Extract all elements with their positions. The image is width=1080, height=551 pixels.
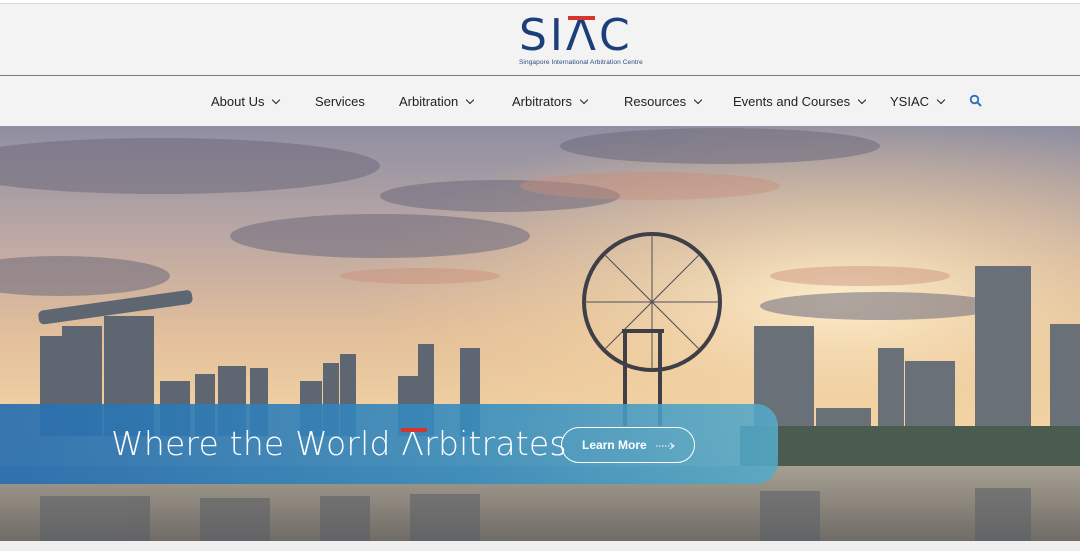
siac-logo[interactable]: SI Λ C Singapore International Arbitration… [519, 14, 643, 70]
main-nav: About Us Services Arbitration Arbitrator… [0, 77, 1080, 126]
nav-label: Arbitrators [512, 94, 572, 109]
logo-letters-si: SI [519, 10, 566, 61]
chevron-down-icon [272, 95, 281, 104]
nav-label: Arbitration [399, 94, 459, 109]
nav-item-arbitrators[interactable]: Arbitrators [512, 94, 589, 109]
learn-more-button[interactable]: Learn More [561, 427, 695, 463]
hero-title-after: rbitrates [424, 424, 567, 463]
arrow-right-icon [656, 442, 675, 450]
nav-item-arbitration[interactable]: Arbitration [399, 94, 475, 109]
nav-item-ysiac[interactable]: YSIAC [890, 94, 946, 109]
nav-item-about-us[interactable]: About Us [211, 94, 281, 109]
below-hero-strip [0, 541, 1080, 551]
chevron-down-icon [857, 95, 867, 104]
chevron-down-icon [693, 95, 703, 104]
search-icon[interactable] [969, 94, 983, 108]
nav-label: YSIAC [890, 94, 930, 109]
chevron-down-icon [936, 95, 946, 104]
nav-label: About Us [211, 94, 265, 109]
nav-item-events-and-courses[interactable]: Events and Courses [733, 94, 867, 109]
logo-letter-c: C [599, 10, 633, 61]
hero-title: Where the World Λrbitrates [111, 424, 567, 463]
nav-label: Services [315, 94, 365, 109]
logo-mark: SI Λ C [519, 14, 643, 58]
nav-item-resources[interactable]: Resources [624, 94, 703, 109]
learn-more-label: Learn More [582, 438, 647, 452]
nav-item-services[interactable]: Services [315, 94, 365, 109]
nav-label: Resources [624, 94, 687, 109]
site-header: SI Λ C Singapore International Arbitration… [0, 4, 1080, 76]
chevron-down-icon [466, 95, 475, 104]
chevron-down-icon [579, 95, 589, 104]
hero-title-a-mark: Λ [401, 424, 428, 463]
logo-letter-a: Λ [565, 10, 600, 61]
nav-label: Events and Courses [733, 94, 851, 109]
hero-title-before: Where the World [111, 424, 402, 463]
